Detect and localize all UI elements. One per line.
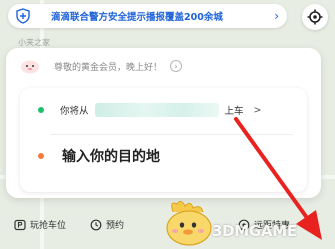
greeting-text: 尊敬的黄金会员，晚上好！: [54, 62, 163, 73]
pickup-arrow-icon: >: [253, 104, 262, 116]
nav-item-label: 预约: [106, 221, 125, 231]
pickup-prefix: 你将从: [60, 106, 89, 117]
locate-button[interactable]: [302, 4, 328, 30]
destination-placeholder: 输入你的目的地: [62, 149, 160, 165]
ride-card: 尊敬的黄金会员，晚上好！ › 你将从 上车 > 输入你的目的地: [6, 48, 321, 198]
safety-banner[interactable]: 滴滴联合警方安全提示播报覆盖200余城 ›: [8, 4, 287, 28]
pickup-address-redacted: [94, 103, 219, 117]
banner-arrow-icon: ›: [274, 9, 279, 23]
pickup-suffix: 上车: [224, 106, 244, 117]
greeting-arrow-icon: ›: [170, 60, 183, 72]
member-greeting[interactable]: 尊敬的黄金会员，晚上好！ ›: [20, 56, 183, 76]
destination-input[interactable]: 输入你的目的地: [38, 142, 297, 170]
nav-item-parking[interactable]: 玩抢车位: [14, 218, 66, 231]
mascot-avatar-icon: [21, 60, 39, 74]
locate-icon: [307, 9, 323, 25]
map-place-label: 小夹之家: [18, 38, 50, 47]
shield-icon: [15, 8, 31, 24]
pickup-row[interactable]: 你将从 上车 >: [38, 102, 297, 118]
nav-item-label: 玩抢车位: [30, 221, 67, 231]
pickup-dot-icon: [38, 107, 44, 113]
watermark-logo: 3DMGAME: [212, 222, 297, 240]
parking-icon: [14, 219, 26, 230]
mascot-duck-icon: [166, 200, 212, 246]
clock-icon: [90, 219, 102, 230]
banner-text: 滴滴联合警方安全提示播报覆盖200余城: [51, 12, 223, 23]
divider: [50, 134, 293, 135]
address-panel: 你将从 上车 > 输入你的目的地: [20, 88, 307, 192]
nav-item-reserve[interactable]: 预约: [90, 218, 124, 231]
destination-dot-icon: [38, 153, 44, 159]
